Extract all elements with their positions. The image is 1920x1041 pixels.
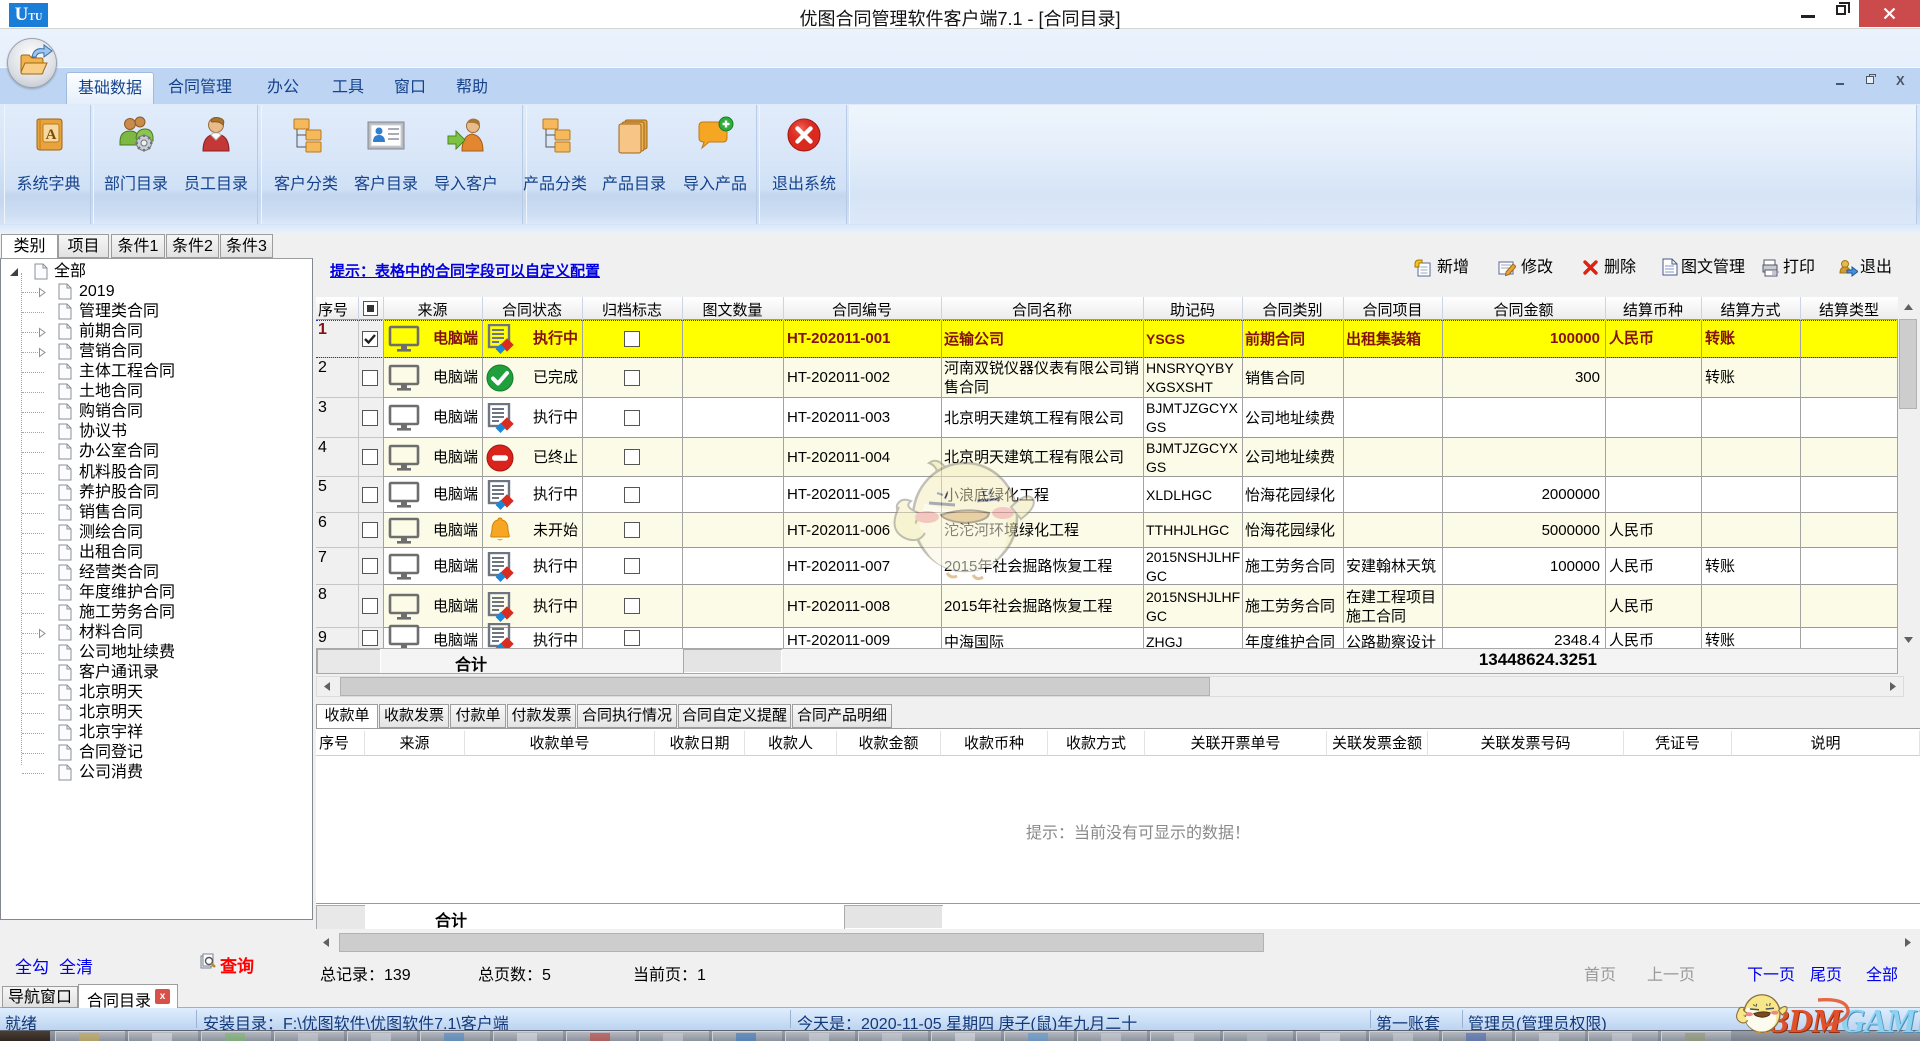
- svg-text:A: A: [45, 127, 56, 143]
